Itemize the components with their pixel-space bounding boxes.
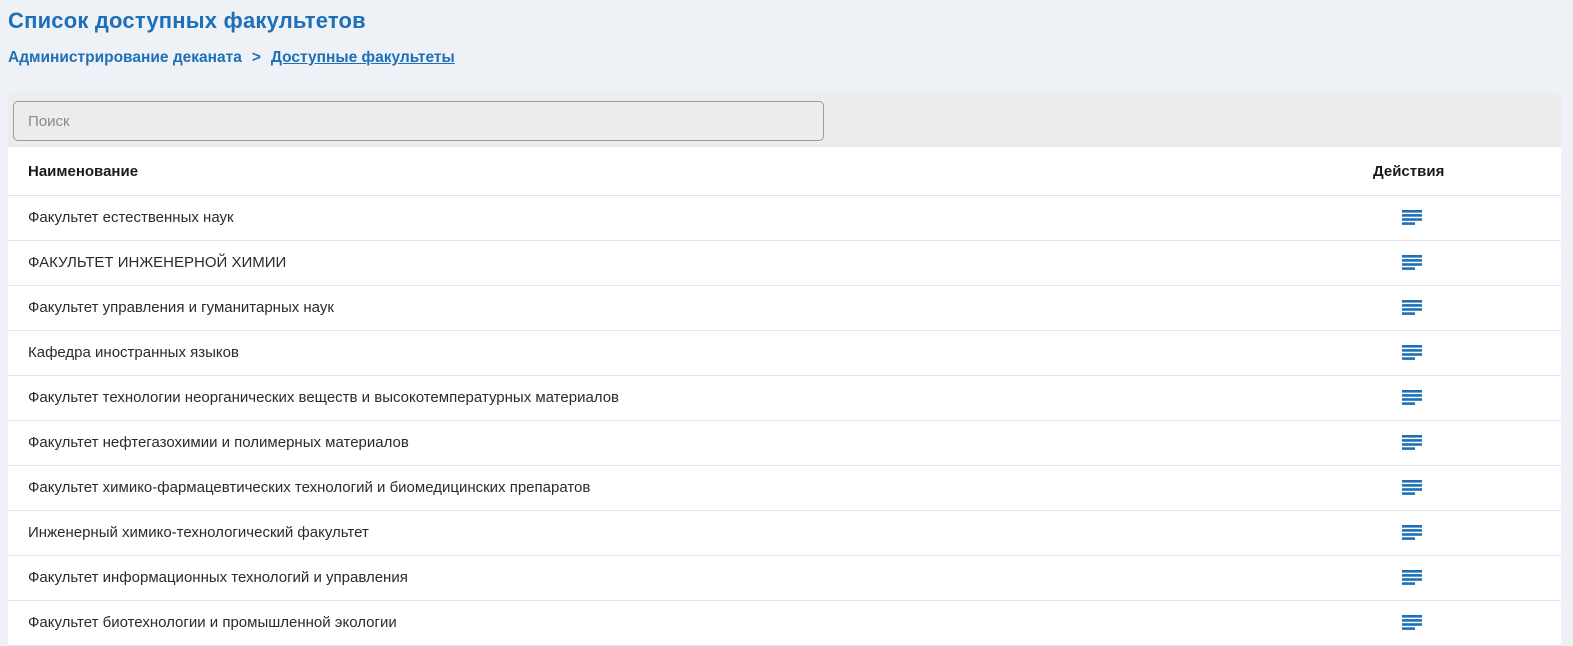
list-icon [1402, 435, 1422, 450]
faculty-name-cell: ФАКУЛЬТЕТ ИНЖЕНЕРНОЙ ХИМИИ [8, 241, 1371, 286]
table-row: Факультет управления и гуманитарных наук [8, 286, 1561, 331]
faculty-name-cell: Факультет естественных наук [8, 196, 1371, 241]
actions-cell [1371, 241, 1561, 286]
list-icon [1402, 390, 1422, 405]
row-actions-button[interactable] [1400, 387, 1424, 406]
faculty-name-cell: Факультет управления и гуманитарных наук [8, 286, 1371, 331]
search-band [8, 93, 1561, 147]
list-icon [1402, 345, 1422, 360]
list-icon [1402, 255, 1422, 270]
row-actions-button[interactable] [1400, 342, 1424, 361]
list-icon [1402, 210, 1422, 225]
row-actions-button[interactable] [1400, 612, 1424, 631]
search-input[interactable] [13, 101, 824, 141]
breadcrumb: Администрирование деканата > Доступные ф… [8, 48, 1563, 67]
column-header-name: Наименование [8, 147, 1371, 196]
table-row: Факультет технологии неорганических веще… [8, 376, 1561, 421]
actions-cell [1371, 601, 1561, 646]
list-icon [1402, 615, 1422, 630]
table-body: Факультет естественных наук ФАКУЛЬТЕТ ИН… [8, 196, 1561, 646]
row-actions-button[interactable] [1400, 567, 1424, 586]
row-actions-button[interactable] [1400, 477, 1424, 496]
column-header-actions: Действия [1371, 147, 1561, 196]
actions-cell [1371, 331, 1561, 376]
row-actions-button[interactable] [1400, 522, 1424, 541]
actions-cell [1371, 556, 1561, 601]
row-actions-button[interactable] [1400, 297, 1424, 316]
list-icon [1402, 480, 1422, 495]
table-row: Факультет информационных технологий и уп… [8, 556, 1561, 601]
page-title: Список доступных факультетов [8, 8, 1563, 34]
faculty-name-cell: Факультет химико-фармацевтических технол… [8, 466, 1371, 511]
table-row: Факультет биотехнологии и промышленной э… [8, 601, 1561, 646]
row-actions-button[interactable] [1400, 252, 1424, 271]
breadcrumb-link-available-faculties[interactable]: Доступные факультеты [271, 48, 455, 67]
faculties-card: Наименование Действия Факультет естестве… [8, 93, 1561, 646]
list-icon [1402, 525, 1422, 540]
faculty-name-cell: Факультет технологии неорганических веще… [8, 376, 1371, 421]
list-icon [1402, 300, 1422, 315]
row-actions-button[interactable] [1400, 207, 1424, 226]
table-header-row: Наименование Действия [8, 147, 1561, 196]
actions-cell [1371, 376, 1561, 421]
breadcrumb-link-dean-administration[interactable]: Администрирование деканата [8, 48, 242, 67]
faculty-name-cell: Инженерный химико-технологический факуль… [8, 511, 1371, 556]
table-row: ФАКУЛЬТЕТ ИНЖЕНЕРНОЙ ХИМИИ [8, 241, 1561, 286]
faculty-name-cell: Факультет биотехнологии и промышленной э… [8, 601, 1371, 646]
table-row: Инженерный химико-технологический факуль… [8, 511, 1561, 556]
row-actions-button[interactable] [1400, 432, 1424, 451]
actions-cell [1371, 286, 1561, 331]
faculty-name-cell: Факультет информационных технологий и уп… [8, 556, 1371, 601]
list-icon [1402, 570, 1422, 585]
actions-cell [1371, 421, 1561, 466]
table-row: Кафедра иностранных языков [8, 331, 1561, 376]
table-row: Факультет химико-фармацевтических технол… [8, 466, 1561, 511]
actions-cell [1371, 196, 1561, 241]
actions-cell [1371, 511, 1561, 556]
faculty-name-cell: Факультет нефтегазохимии и полимерных ма… [8, 421, 1371, 466]
page-header: Список доступных факультетов Администрир… [0, 0, 1573, 67]
table-row: Факультет естественных наук [8, 196, 1561, 241]
breadcrumb-separator: > [252, 48, 261, 67]
actions-cell [1371, 466, 1561, 511]
table-row: Факультет нефтегазохимии и полимерных ма… [8, 421, 1561, 466]
faculties-table: Наименование Действия Факультет естестве… [8, 147, 1561, 646]
faculty-name-cell: Кафедра иностранных языков [8, 331, 1371, 376]
